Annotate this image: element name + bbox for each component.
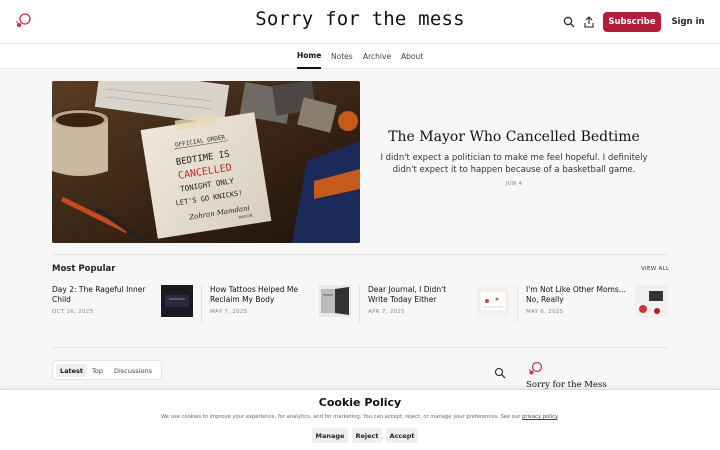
share-icon[interactable] [581, 14, 597, 30]
tab-latest[interactable]: Latest [56, 364, 88, 377]
hero-image[interactable]: OFFICIAL ORDER BEDTIME IS CANCELLED TONI… [52, 81, 360, 243]
tab-archive[interactable]: Archive [363, 44, 391, 69]
sidebar-logo[interactable] [527, 361, 543, 377]
tab-discussions[interactable]: Discussions [110, 364, 156, 377]
search-icon[interactable] [561, 14, 577, 30]
card-thumbnail[interactable] [161, 285, 193, 317]
popular-card[interactable]: I'm Not Like Other Moms... No, Really MA… [526, 285, 674, 323]
card-separator [517, 285, 518, 323]
site-logo[interactable] [14, 12, 32, 30]
card-thumbnail[interactable] [635, 285, 668, 317]
card-title[interactable]: Day 2: The Rageful Inner Child [52, 285, 152, 305]
hero-subtitle: I didn't expect a politician to make me … [380, 153, 648, 175]
view-all-link[interactable]: VIEW ALL [641, 266, 669, 272]
cookie-title: Cookie Policy [318, 396, 402, 409]
popular-card[interactable]: Day 2: The Rageful Inner Child OCT 16, 2… [52, 285, 200, 323]
main-nav: Home Notes Archive About [0, 44, 720, 69]
subscribe-button[interactable]: Subscribe [603, 12, 661, 32]
card-title[interactable]: How Tattoos Helped Me Reclaim My Body [210, 285, 310, 305]
card-separator [359, 285, 360, 323]
tab-home[interactable]: Home [297, 44, 322, 69]
card-thumbnail[interactable] [477, 285, 509, 317]
cookie-description: We use cookies to improve your experienc… [161, 414, 521, 420]
hero-date: JUN 4 [505, 181, 523, 187]
tab-notes[interactable]: Notes [331, 44, 353, 69]
tab-about[interactable]: About [401, 44, 423, 69]
feed-search-icon[interactable] [494, 364, 506, 379]
cookie-banner: Cookie Policy We use cookies to improve … [0, 389, 720, 450]
tab-top[interactable]: Top [88, 364, 107, 377]
card-date: OCT 16, 2025 [52, 309, 94, 315]
site-title[interactable]: Sorry for the mess [255, 8, 465, 30]
sign-in-button[interactable]: Sign in [668, 12, 708, 32]
card-date: MAY 6, 2025 [526, 309, 564, 315]
reject-button[interactable]: Reject [352, 428, 382, 443]
feed-tabs: Latest Top Discussions [52, 360, 162, 380]
privacy-policy-link[interactable]: privacy policy [522, 414, 557, 420]
divider [52, 254, 668, 255]
card-date: APR 7, 2025 [368, 309, 405, 315]
card-separator [201, 285, 202, 323]
accept-button[interactable]: Accept [386, 428, 418, 443]
divider [52, 347, 668, 348]
hero-title[interactable]: The Mayor Who Cancelled Bedtime [368, 129, 660, 145]
popular-card[interactable]: How Tattoos Helped Me Reclaim My Body MA… [210, 285, 358, 323]
most-popular-title: Most Popular [52, 264, 116, 274]
card-date: MAY 7, 2025 [210, 309, 248, 315]
card-thumbnail[interactable] [319, 285, 351, 317]
top-bar: Sorry for the mess Subscribe Sign in [0, 0, 720, 44]
cookie-text: We use cookies to improve your experienc… [161, 414, 559, 420]
card-title[interactable]: Dear Journal, I Didn't Write Today Eithe… [368, 285, 468, 305]
card-title[interactable]: I'm Not Like Other Moms... No, Really [526, 285, 626, 305]
manage-button[interactable]: Manage [312, 428, 348, 443]
popular-card[interactable]: Dear Journal, I Didn't Write Today Eithe… [368, 285, 516, 323]
